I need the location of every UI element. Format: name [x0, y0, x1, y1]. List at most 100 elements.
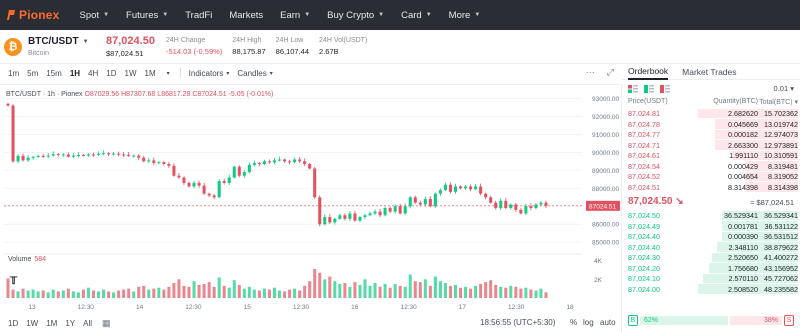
nav-item-futures[interactable]: Futures ▼ — [126, 10, 168, 21]
range-all[interactable]: All — [83, 319, 92, 328]
candle — [91, 152, 95, 157]
volume-bar — [257, 290, 261, 298]
candle — [247, 162, 251, 174]
candlestick-chart[interactable]: 93000.00 92000.00 91000.00 90000.00 89000.00… — [0, 85, 622, 315]
time-tick-label: 12:30 — [293, 304, 310, 311]
nav-item-card[interactable]: Card ▼ — [401, 10, 432, 21]
nav-item-spot[interactable]: Spot ▼ — [80, 10, 110, 21]
calendar-icon[interactable]: ▦ — [102, 318, 111, 329]
nav-item-more[interactable]: More ▼ — [449, 10, 481, 21]
candle — [162, 160, 166, 166]
nav-item-markets[interactable]: Markets — [229, 10, 263, 21]
ask-row[interactable]: 87,024.51 8.314398 8.314398 — [622, 182, 800, 193]
range-1d[interactable]: 1D — [8, 319, 18, 328]
indicators-button[interactable]: Indicators ▾ — [189, 69, 230, 78]
volume-bar — [177, 279, 181, 298]
ask-row[interactable]: 87,024.81 2.682620 15.702362 — [622, 108, 800, 119]
bid-row[interactable]: 87,024.30 2.520650 41.400272 — [622, 252, 800, 263]
volume-bar — [398, 285, 402, 298]
range-1w[interactable]: 1W — [26, 319, 38, 328]
volume-bar — [333, 281, 337, 298]
price-chart[interactable]: 93000.00 92000.00 91000.00 90000.00 89000.00… — [0, 84, 622, 332]
bid-list: 87,024.50 36.529341 36.529341 87,024.49 0.00… — [622, 210, 800, 294]
stat-label: 24H Change — [166, 37, 206, 44]
nav-item-buy-crypto[interactable]: Buy Crypto ▼ — [327, 10, 384, 21]
fullscreen-icon[interactable]: ⤢ — [607, 67, 614, 78]
header-total[interactable]: Total(BTC) ▾ — [740, 98, 798, 106]
nav-item-tradfi[interactable]: TradFi — [185, 10, 212, 21]
ask-total: 13.019742 — [764, 119, 798, 129]
candle — [469, 184, 473, 192]
bid-row[interactable]: 87,024.50 36.529341 36.529341 — [622, 210, 800, 221]
timeframe-4H[interactable]: 4H — [88, 69, 98, 78]
ask-row[interactable]: 87,024.52 0.004654 8.319052 — [622, 171, 800, 182]
tradingview-logo[interactable]: 𝕋 — [10, 276, 17, 287]
timeframe-1W[interactable]: 1W — [125, 69, 137, 78]
mid-price-row: 87,024.50 ↘ ≈ $87,024.51 — [622, 192, 800, 210]
volume-bar — [448, 285, 452, 298]
volume-bar — [247, 286, 251, 298]
volume-bar — [544, 292, 548, 298]
candle — [272, 157, 276, 165]
log-toggle[interactable]: log — [583, 318, 594, 327]
bid-total: 41.400272 — [764, 253, 798, 262]
volume-bar — [66, 288, 70, 298]
tab-market-trades[interactable]: Market Trades — [682, 65, 736, 79]
volume-bar — [529, 289, 533, 298]
ask-total: 15.702362 — [764, 109, 798, 118]
nav-menu: Spot ▼ Futures ▼ TradFi Markets Earn ▼ Buy Crypt… — [80, 10, 498, 21]
bid-price: 87,024.50 — [628, 211, 660, 220]
precision-dropdown[interactable]: 0.01 ▾ — [774, 84, 794, 93]
timeframe-1M[interactable]: 1M — [145, 69, 156, 78]
timeframe-1H[interactable]: 1H — [70, 69, 80, 78]
ask-row[interactable]: 87,024.78 0.045669 13.019742 — [622, 119, 800, 130]
both-sides-view-icon[interactable] — [628, 85, 638, 93]
nav-item-label: More — [448, 9, 471, 21]
ask-row[interactable]: 87,024.61 1.991110 10.310591 — [622, 150, 800, 161]
range-1m[interactable]: 1M — [46, 319, 57, 328]
timeframe-15m[interactable]: 15m — [46, 69, 62, 78]
percent-toggle[interactable]: % — [570, 318, 577, 327]
pionex-logo[interactable]: Pionex — [6, 8, 60, 22]
price-tick-label: 89000.00 — [592, 168, 619, 175]
ask-row[interactable]: 87,024.71 2.663300 12.973891 — [622, 140, 800, 151]
ask-total: 10.310591 — [764, 151, 798, 160]
candle — [26, 154, 30, 163]
more-options-icon[interactable]: ⋯ — [586, 67, 595, 78]
timeframe-1m[interactable]: 1m — [8, 69, 19, 78]
candle — [418, 200, 422, 207]
volume-bar — [343, 283, 347, 298]
auto-toggle[interactable]: auto — [600, 318, 616, 327]
volume-bar — [26, 290, 30, 298]
bid-row[interactable]: 87,024.00 2.508520 48.235582 — [622, 284, 800, 295]
pair-selector[interactable]: BTC/USDT ▼ Bitcoin — [28, 36, 94, 57]
timeframe-1D[interactable]: 1D — [106, 69, 116, 78]
ask-row[interactable]: 87,024.54 0.000429 8.319481 — [622, 161, 800, 172]
more-timeframes-dropdown[interactable]: ▾ — [164, 70, 170, 77]
range-1y[interactable]: 1Y — [65, 319, 75, 328]
timeframe-5m[interactable]: 5m — [27, 69, 38, 78]
bid-row[interactable]: 87,024.40 2.348110 38.879622 — [622, 242, 800, 253]
pair-name[interactable]: BTC/USDT — [28, 36, 79, 47]
volume-bar — [353, 282, 357, 298]
volume-bar — [514, 286, 518, 298]
ask-row[interactable]: 87,024.77 0.000182 12.974073 — [622, 129, 800, 140]
bid-price: 87,024.30 — [628, 253, 660, 262]
candle — [202, 182, 206, 195]
price-tick-label: 91000.00 — [592, 132, 619, 139]
last-price-block: 87,024.50 $87,024.51 — [106, 35, 158, 58]
bid-row[interactable]: 87,024.40 0.000390 36.531512 — [622, 231, 800, 242]
ask-total: 8.319481 — [768, 161, 798, 171]
bid-row[interactable]: 87,024.10 2.570110 45.727062 — [622, 273, 800, 284]
nav-item-label: Futures — [126, 9, 159, 21]
nav-item-label: Buy Crypto — [327, 9, 375, 21]
ask-total: 12.973891 — [764, 140, 798, 150]
bids-view-icon[interactable] — [644, 85, 654, 93]
stat-label: 24H Vol(USDT) — [319, 37, 368, 44]
nav-item-earn[interactable]: Earn ▼ — [280, 10, 310, 21]
bid-row[interactable]: 87,024.49 0.001781 36.531122 — [622, 221, 800, 232]
asks-view-icon[interactable] — [660, 85, 670, 93]
candles-button[interactable]: Candles ▾ — [237, 69, 272, 78]
tab-orderbook[interactable]: Orderbook — [628, 64, 669, 80]
bid-row[interactable]: 87,024.20 1.756680 43.156952 — [622, 263, 800, 274]
